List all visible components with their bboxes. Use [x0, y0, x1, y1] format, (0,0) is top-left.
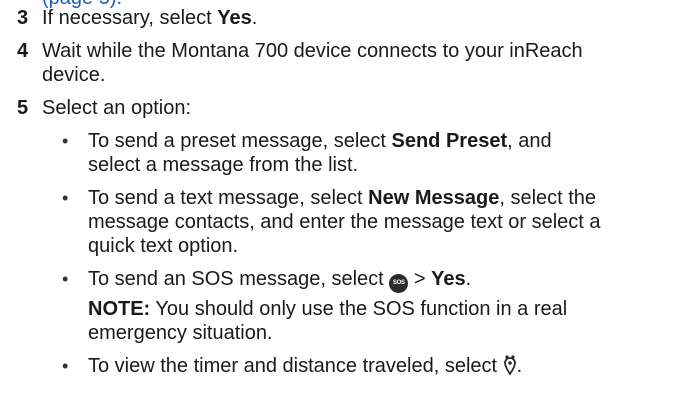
option-text-line-2: message contacts, and enter the message …	[88, 211, 601, 233]
new-message-label: New Message	[368, 187, 500, 209]
step-3-bold: Yes	[217, 7, 252, 29]
option-text-line-1: To send a text message, select New Messa…	[88, 186, 596, 210]
bullet: •	[62, 131, 69, 151]
option-sos-middle: >	[408, 268, 432, 290]
step-4-line-2: device.	[42, 64, 106, 86]
option-sos-line: To send an SOS message, select SOS > Yes…	[88, 267, 471, 293]
step-5-text: Select an option:	[42, 97, 191, 119]
option-sos-suffix: .	[465, 268, 472, 290]
option-preset-line-1: To send a preset message, select Send Pr…	[88, 129, 552, 153]
option-preset-suffix: , and	[507, 130, 552, 152]
bullet: •	[62, 269, 69, 289]
step-3-suffix: .	[251, 7, 258, 29]
bullet: •	[62, 356, 69, 376]
step-number-5: 5	[17, 97, 29, 119]
option-timer-suffix: .	[516, 355, 523, 377]
step-4-line-1: Wait while the Montana 700 device connec…	[42, 40, 583, 62]
step-3-prefix: If necessary, select	[42, 7, 218, 29]
sos-yes-label: Yes	[431, 268, 466, 290]
note-line-1: NOTE: You should only use the SOS functi…	[88, 297, 567, 321]
note-text: You should only use the SOS function in …	[150, 298, 568, 320]
sos-icon: SOS	[389, 274, 409, 293]
track-icon	[503, 355, 516, 376]
option-preset-line-2: select a message from the list.	[88, 154, 359, 176]
step-3-text: If necessary, select Yes.	[42, 6, 257, 30]
step-number-3: 3	[17, 7, 29, 29]
option-text-prefix: To send a text message, select	[88, 187, 369, 209]
option-timer-prefix: To view the timer and distance traveled,…	[88, 355, 503, 377]
option-text-suffix: , select the	[499, 187, 597, 209]
send-preset-label: Send Preset	[391, 130, 508, 152]
step-number-4: 4	[17, 40, 29, 62]
option-preset-prefix: To send a preset message, select	[88, 130, 392, 152]
option-timer-line: To view the timer and distance traveled,…	[88, 354, 522, 378]
note-label: NOTE:	[88, 298, 151, 320]
option-sos-prefix: To send an SOS message, select	[88, 268, 390, 290]
manual-page: (page 5). 3 If necessary, select Yes. 4 …	[0, 0, 693, 410]
note-line-2: emergency situation.	[88, 322, 273, 344]
option-text-line-3: quick text option.	[88, 235, 239, 257]
bullet: •	[62, 188, 69, 208]
